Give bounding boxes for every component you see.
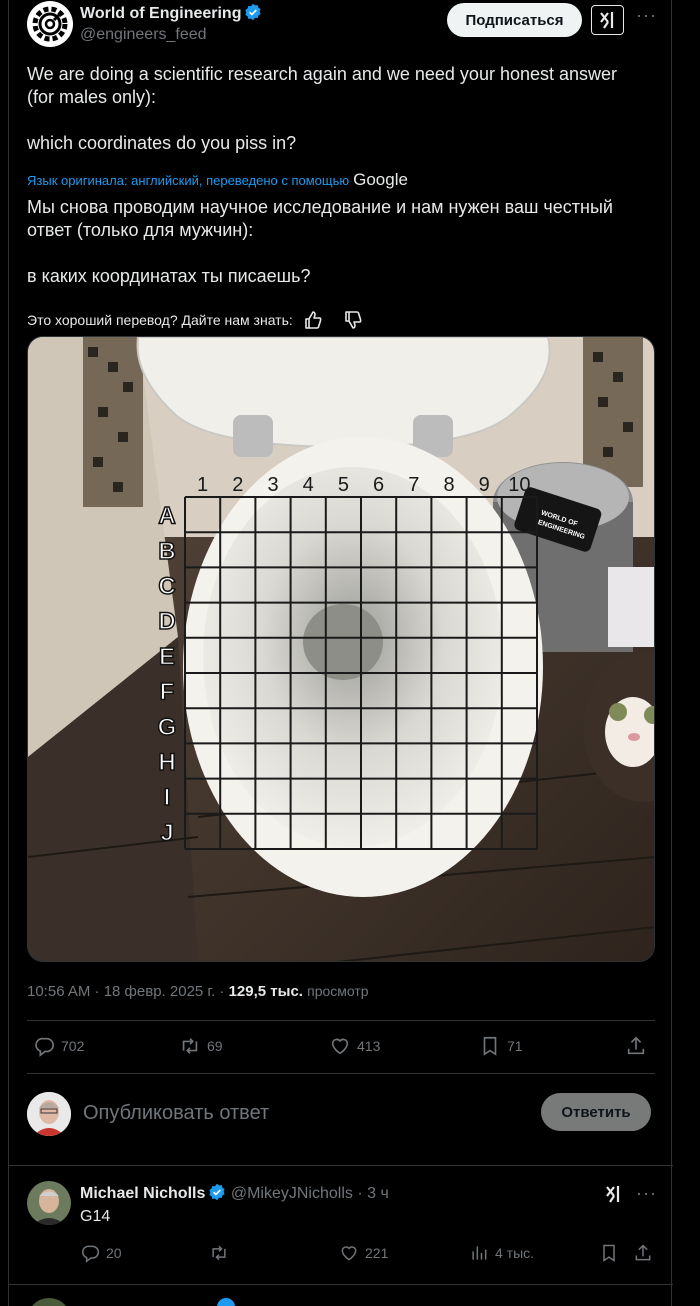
grid-column-label: 3: [267, 474, 278, 496]
verified-badge-icon: [209, 1183, 226, 1201]
author-name[interactable]: World of Engineering: [80, 5, 241, 22]
repost-count: 69: [207, 1038, 223, 1054]
share-action[interactable]: [625, 1035, 647, 1057]
grid-column-label: 1: [197, 474, 208, 496]
translation-note-text: Язык оригинала: английский, переведено с…: [27, 173, 350, 188]
google-label: Google: [353, 170, 408, 189]
translation-note: Язык оригинала: английский, переведено с…: [27, 170, 408, 190]
reply1-bookmark-action[interactable]: [599, 1243, 619, 1263]
grid-row-label: A: [158, 503, 175, 530]
grid-row-label: D: [158, 608, 175, 635]
divider: [27, 1020, 655, 1021]
verified-badge-icon: [217, 1298, 235, 1306]
repost-icon: [182, 1038, 198, 1054]
reply1-reply-action[interactable]: 20: [80, 1243, 122, 1263]
thumbs-up-icon[interactable]: [303, 310, 323, 330]
feedback-prompt: Это хороший перевод? Дайте нам знать:: [27, 312, 293, 328]
reply-more-icon[interactable]: ···: [636, 1183, 657, 1204]
grid-column-label: 8: [443, 474, 454, 496]
grid-column-label: 7: [408, 474, 419, 496]
tweet-text-original: We are doing a scientific research again…: [27, 64, 618, 153]
reply-header: Michael Nicholls @MikeyJNicholls · 3 ч: [80, 1183, 389, 1203]
tweet-text-translated: Мы снова проводим научное исследование и…: [27, 197, 613, 286]
author-info: World of Engineering @engineers_feed: [80, 3, 262, 44]
grid-column-label: 6: [373, 474, 384, 496]
tweet-image[interactable]: WORLD OF ENGINEERING 1 2 3 4 5 6 7 8 9 10 ABCDEFG…: [27, 336, 655, 962]
repost-action[interactable]: 69: [179, 1035, 223, 1057]
reply1-like-count: 221: [365, 1245, 389, 1261]
views-label: просмотр: [307, 983, 369, 999]
grid-column-label: 10: [508, 474, 530, 496]
bookmark-icon: [603, 1244, 615, 1262]
like-count: 413: [357, 1038, 381, 1054]
grid-column-label: 4: [303, 474, 314, 496]
timeline-column: World of Engineering @engineers_feed Под…: [8, 0, 673, 1306]
more-options-icon[interactable]: ···: [636, 5, 657, 26]
author-handle[interactable]: @engineers_feed: [80, 26, 262, 44]
next-reply-avatar[interactable]: [27, 1298, 71, 1306]
divider: [9, 1165, 673, 1166]
timestamp[interactable]: 10:56 AM · 18 февр. 2025 г. ·: [27, 983, 224, 1000]
reply-icon: [35, 1037, 54, 1057]
reply1-views-count: 4 тыс.: [495, 1245, 535, 1261]
reply1-reply-count: 20: [106, 1245, 122, 1261]
current-user-avatar[interactable]: [27, 1092, 71, 1136]
thumbs-down-icon[interactable]: [343, 310, 363, 330]
grid-row-label: J: [160, 819, 173, 846]
heart-icon: [331, 1038, 349, 1055]
reply-author-avatar[interactable]: [27, 1181, 71, 1225]
tweet-meta: 10:56 AM · 18 февр. 2025 г. · 129,5 тыс.…: [27, 983, 369, 1000]
grok-icon[interactable]: [591, 5, 624, 35]
reply-count: 702: [61, 1038, 85, 1054]
toilet-grid-photo: WORLD OF ENGINEERING 1 2 3 4 5 6 7 8 9 10 ABCDEFG…: [28, 337, 654, 961]
gear-logo-icon: [32, 6, 68, 42]
reply-action[interactable]: 702: [33, 1035, 84, 1057]
reply-text: G14: [80, 1208, 111, 1225]
divider: [9, 1284, 673, 1285]
grid-column-label: 9: [479, 474, 490, 496]
grid-row-label: I: [164, 784, 171, 811]
reply-author-name[interactable]: Michael Nicholls: [80, 1185, 205, 1202]
grid-row-label: C: [158, 573, 175, 600]
grid-column-label: 2: [232, 474, 243, 496]
grid-row-label: G: [158, 714, 177, 741]
reply1-share-action[interactable]: [633, 1243, 653, 1263]
grid-row-label: E: [159, 643, 175, 670]
reply1-repost-action[interactable]: [209, 1243, 229, 1263]
share-icon: [627, 1036, 645, 1055]
divider: [27, 1073, 655, 1074]
verified-badge-icon: [245, 3, 262, 21]
translation-feedback: Это хороший перевод? Дайте нам знать:: [27, 310, 363, 330]
analytics-icon: [472, 1246, 487, 1260]
like-action[interactable]: 413: [329, 1035, 380, 1057]
subscribe-button[interactable]: Подписаться: [447, 3, 582, 37]
grid-row-label: B: [158, 538, 175, 565]
bookmark-action[interactable]: 71: [479, 1035, 523, 1057]
reply-time[interactable]: · 3 ч: [357, 1185, 388, 1202]
share-icon: [635, 1244, 651, 1261]
repost-icon: [212, 1245, 226, 1261]
reply-input[interactable]: Опубликовать ответ: [83, 1102, 269, 1125]
reply-button[interactable]: Ответить: [541, 1093, 651, 1131]
grid-row-label: H: [158, 749, 175, 776]
author-avatar[interactable]: [27, 1, 73, 47]
heart-icon: [341, 1246, 357, 1261]
grok-icon[interactable]: [603, 1183, 625, 1205]
reply-author-handle[interactable]: @MikeyJNicholls: [231, 1185, 353, 1202]
bookmark-icon: [483, 1036, 497, 1056]
reply-icon: [82, 1245, 100, 1263]
reply1-views-action[interactable]: 4 тыс.: [469, 1243, 534, 1263]
bookmark-count: 71: [507, 1038, 523, 1054]
views-count: 129,5 тыс.: [228, 983, 303, 1000]
grid-row-label: F: [160, 679, 175, 706]
reply1-like-action[interactable]: 221: [339, 1243, 388, 1263]
grid-column-label: 5: [338, 474, 349, 496]
